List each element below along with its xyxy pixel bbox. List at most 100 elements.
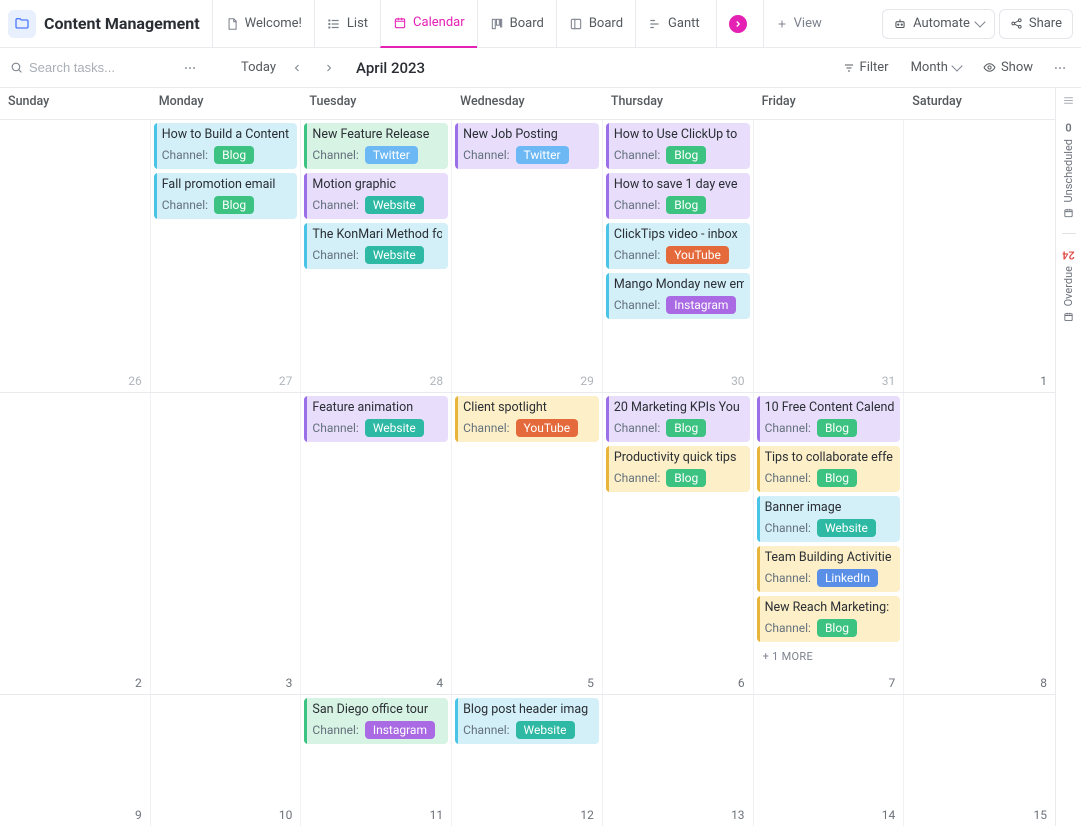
search-box[interactable] xyxy=(10,60,169,75)
event-title: Mango Monday new em xyxy=(614,277,744,292)
day-header: Monday xyxy=(151,88,302,119)
channel-label: Channel: xyxy=(463,148,509,162)
chevron-right-icon xyxy=(729,15,747,33)
rail-settings-icon[interactable] xyxy=(1062,94,1075,107)
calendar-cell[interactable]: 1 xyxy=(904,120,1055,392)
doc-icon xyxy=(225,17,239,31)
calendar-event[interactable]: Mango Monday new emChannel:Instagram xyxy=(606,273,750,319)
period-select[interactable]: Month xyxy=(905,56,967,79)
automate-button[interactable]: Automate xyxy=(882,9,995,39)
calendar-event[interactable]: Blog post header imagChannel:Website xyxy=(455,698,599,744)
event-title: Fall promotion email xyxy=(162,177,292,192)
calendar-cell[interactable]: 8 xyxy=(904,393,1055,695)
calendar-event[interactable]: The KonMari Method foChannel:Website xyxy=(304,223,448,269)
calendar-cell[interactable]: 10 Free Content CalendChannel:BlogTips t… xyxy=(754,393,905,695)
calendar-cell[interactable]: 13 xyxy=(603,695,754,826)
calendar-cell[interactable]: 10 xyxy=(151,695,302,826)
day-number: 12 xyxy=(580,808,594,822)
tab-board[interactable]: Board xyxy=(477,0,556,48)
channel-tag: Website xyxy=(365,196,424,214)
calendar-week: 23Feature animationChannel:Website 4 Clien… xyxy=(0,392,1055,695)
event-title: How to Build a Content xyxy=(162,127,292,142)
filter-button[interactable]: Filter xyxy=(837,56,895,79)
add-view-label: View xyxy=(794,16,822,31)
calendar-event[interactable]: New Reach Marketing:Channel:Blog xyxy=(757,596,901,642)
prev-month-button[interactable] xyxy=(286,57,308,79)
robot-icon xyxy=(893,17,907,31)
tab-list[interactable]: List xyxy=(314,0,380,48)
event-title: How to save 1 day eve xyxy=(614,177,744,192)
calendar-week: 26How to Build a ContentChannel:BlogFall… xyxy=(0,119,1055,392)
calendar-event[interactable]: 20 Marketing KPIs YouChannel:Blog xyxy=(606,396,750,442)
event-title: New Reach Marketing: xyxy=(765,600,895,615)
calendar-cell[interactable]: Client spotlightChannel:YouTube5 xyxy=(452,393,603,695)
calendar-event[interactable]: Client spotlightChannel:YouTube xyxy=(455,396,599,442)
day-number: 4 xyxy=(436,676,443,690)
event-title: Feature animation xyxy=(312,400,442,415)
calendar-cell[interactable]: New Job PostingChannel:Twitter29 xyxy=(452,120,603,392)
calendar-event[interactable]: Feature animationChannel:Website xyxy=(304,396,448,442)
calendar-event[interactable]: How to save 1 day eveChannel:Blog xyxy=(606,173,750,219)
calendar-week: 9 10 San Diego office tourChannel:Instagra… xyxy=(0,694,1055,826)
calendar-event[interactable]: How to Build a ContentChannel:Blog xyxy=(154,123,298,169)
folder-icon[interactable] xyxy=(8,10,36,38)
channel-tag: Blog xyxy=(214,196,254,214)
tab-board[interactable]: Board xyxy=(556,0,635,48)
add-view-button[interactable]: View xyxy=(763,0,834,48)
calendar-cell[interactable]: 20 Marketing KPIs YouChannel:BlogProduct… xyxy=(603,393,754,695)
today-button[interactable]: Today xyxy=(241,60,276,75)
calendar-cell[interactable]: 14 xyxy=(754,695,905,826)
channel-label: Channel: xyxy=(312,723,358,737)
calendar-event[interactable]: Productivity quick tipsChannel:Blog xyxy=(606,446,750,492)
more-views-arrow[interactable] xyxy=(716,0,759,48)
next-month-button[interactable] xyxy=(318,57,340,79)
calendar-event[interactable]: How to Use ClickUp toChannel:Blog xyxy=(606,123,750,169)
calendar-event[interactable]: San Diego office tourChannel:Instagram xyxy=(304,698,448,744)
calendar-cell[interactable]: San Diego office tourChannel:Instagram11 xyxy=(301,695,452,826)
search-input[interactable] xyxy=(29,60,169,75)
channel-tag: Website xyxy=(817,519,876,537)
calendar-event[interactable]: Banner imageChannel:Website xyxy=(757,496,901,542)
event-title: How to Use ClickUp to xyxy=(614,127,744,142)
calendar-event[interactable]: Tips to collaborate effeChannel:Blog xyxy=(757,446,901,492)
calendar-event[interactable]: New Job PostingChannel:Twitter xyxy=(455,123,599,169)
overdue-panel-toggle[interactable]: Overdue 24 xyxy=(1062,248,1075,322)
calendar-cell[interactable]: How to Use ClickUp toChannel:BlogHow to … xyxy=(603,120,754,392)
calendar-event[interactable]: New Feature ReleaseChannel:Twitter xyxy=(304,123,448,169)
calendar-cell[interactable]: 9 xyxy=(0,695,151,826)
calendar-cell[interactable]: 3 xyxy=(151,393,302,695)
calendar-cell[interactable]: New Feature ReleaseChannel:TwitterMotion… xyxy=(301,120,452,392)
calendar-cell[interactable]: 26 xyxy=(0,120,151,392)
day-number: 15 xyxy=(1033,808,1047,822)
more-events-button[interactable]: + 1 MORE xyxy=(757,646,901,667)
calendar-event[interactable]: Motion graphicChannel:Website xyxy=(304,173,448,219)
calendar-cell[interactable]: Feature animationChannel:Website 4 xyxy=(301,393,452,695)
calendar-cell[interactable]: How to Build a ContentChannel:BlogFall p… xyxy=(151,120,302,392)
show-button[interactable]: Show xyxy=(977,56,1039,79)
calendar-cell[interactable]: 31 xyxy=(754,120,905,392)
calendar-event[interactable]: Fall promotion emailChannel:Blog xyxy=(154,173,298,219)
tab-gantt[interactable]: Gantt xyxy=(635,0,712,48)
calendar-event[interactable]: ClickTips video - inboxChannel:YouTube xyxy=(606,223,750,269)
event-title: 20 Marketing KPIs You xyxy=(614,400,744,415)
tab-calendar[interactable]: Calendar xyxy=(380,0,477,48)
event-title: Tips to collaborate effe xyxy=(765,450,895,465)
calendar-event[interactable]: 10 Free Content CalendChannel:Blog xyxy=(757,396,901,442)
event-title: New Job Posting xyxy=(463,127,593,142)
calendar-cell[interactable]: Blog post header imagChannel:Website 12 xyxy=(452,695,603,826)
search-options-icon[interactable] xyxy=(179,57,201,79)
day-number: 10 xyxy=(279,808,293,822)
channel-tag: Blog xyxy=(817,469,857,487)
filter-label: Filter xyxy=(860,60,889,75)
share-button[interactable]: Share xyxy=(999,9,1073,39)
day-number: 30 xyxy=(731,374,745,388)
calendar-cell[interactable]: 15 xyxy=(904,695,1055,826)
event-title: Team Building Activitie xyxy=(765,550,895,565)
calendar-cell[interactable]: 2 xyxy=(0,393,151,695)
calendar-event[interactable]: Team Building ActivitieChannel:LinkedIn xyxy=(757,546,901,592)
event-title: The KonMari Method fo xyxy=(312,227,442,242)
unscheduled-panel-toggle[interactable]: Unscheduled 0 xyxy=(1062,121,1075,219)
tab-welcome[interactable]: Welcome! xyxy=(212,0,314,48)
view-options-icon[interactable] xyxy=(1049,57,1071,79)
channel-tag: Blog xyxy=(666,419,706,437)
